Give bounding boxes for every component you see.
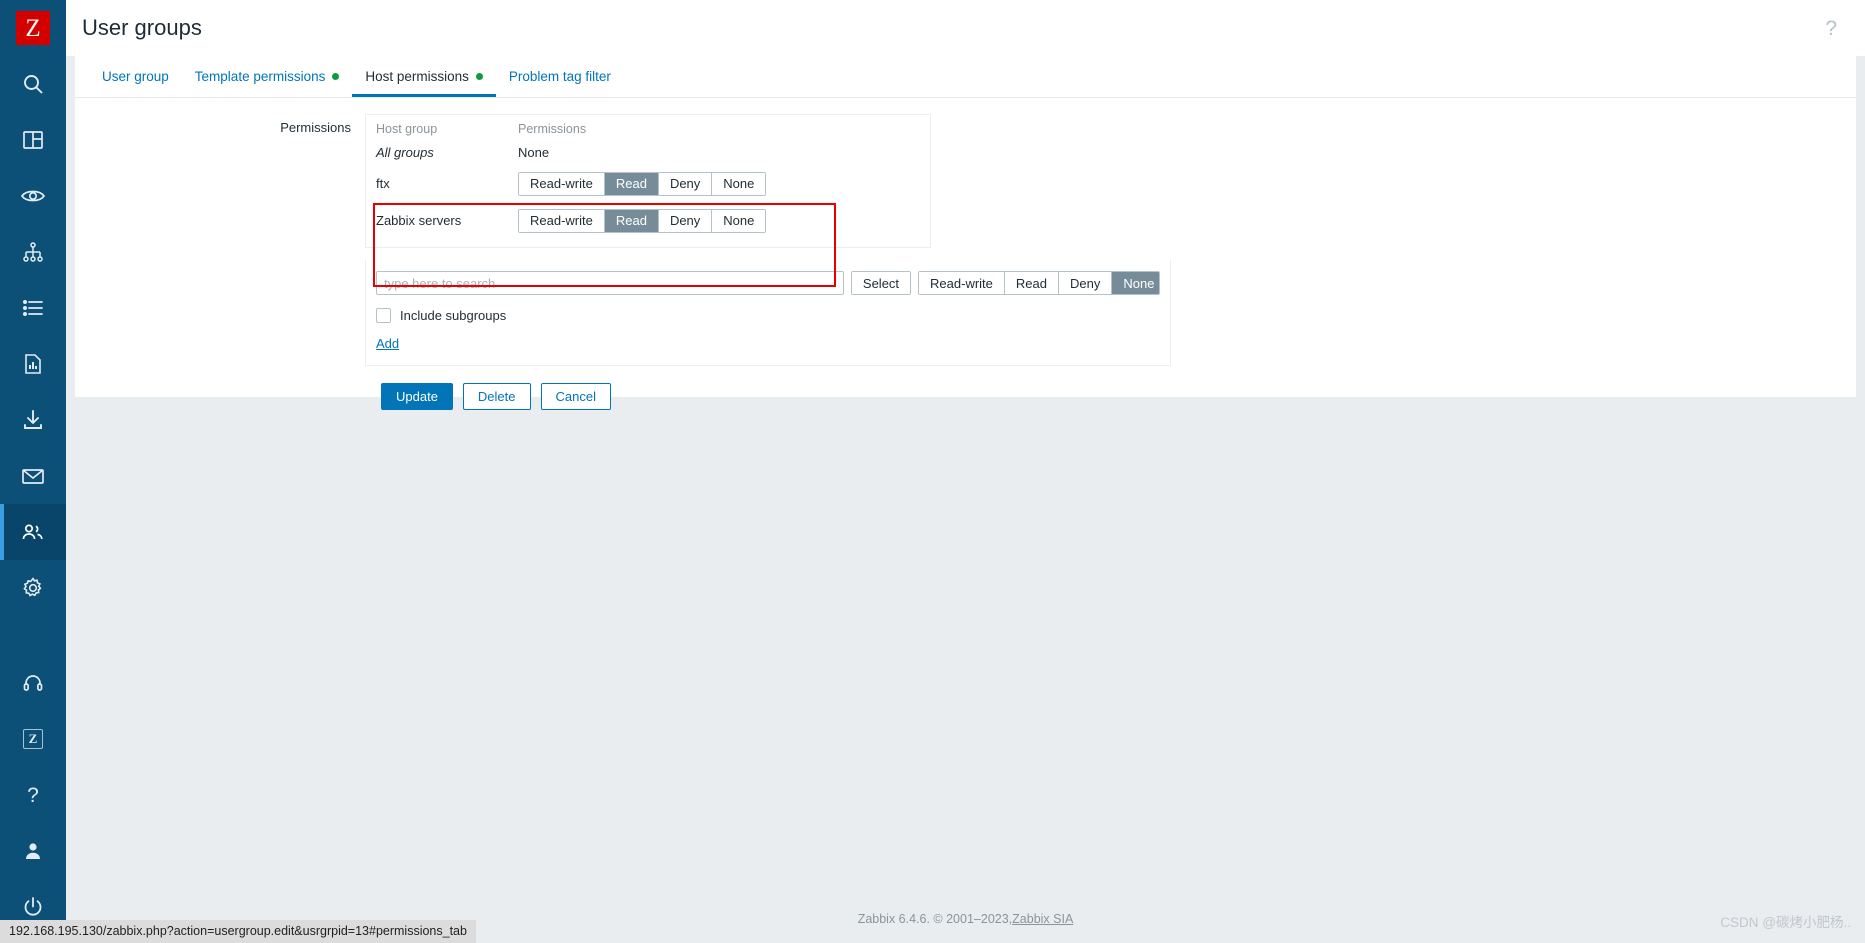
data-collection-icon <box>21 408 45 432</box>
column-header-permissions: Permissions <box>518 122 587 136</box>
search-input[interactable] <box>376 271 844 295</box>
sidebar-item-inventory[interactable] <box>0 280 66 336</box>
form-body: Permissions Host group Permissions All g… <box>75 98 1856 410</box>
content-area: User group Template permissions Host per… <box>66 56 1865 943</box>
sidebar-item-support[interactable] <box>0 655 66 711</box>
page-header: User groups ? <box>66 0 1865 56</box>
add-link[interactable]: Add <box>376 336 399 351</box>
reports-icon <box>21 352 45 376</box>
permission-option-read-write[interactable]: Read-write <box>919 272 1005 294</box>
tab-label: Host permissions <box>365 68 469 84</box>
sidebar: Z Z ? <box>0 0 66 943</box>
permission-value: None <box>518 144 550 160</box>
sidebar-item-alerts[interactable] <box>0 448 66 504</box>
headset-icon <box>21 671 45 695</box>
sidebar-item-integrations[interactable]: Z <box>0 711 66 767</box>
sidebar-item-data-collection[interactable] <box>0 392 66 448</box>
permission-option-read[interactable]: Read <box>604 172 659 195</box>
permissions-field-label: Permissions <box>280 120 351 135</box>
gear-icon <box>21 576 45 600</box>
include-subgroups-label: Include subgroups <box>400 308 507 323</box>
table-row: All groups None <box>366 139 930 165</box>
include-subgroups-checkbox[interactable] <box>376 308 391 323</box>
delete-button[interactable]: Delete <box>462 383 531 410</box>
tab-problem-tag-filter[interactable]: Problem tag filter <box>496 60 624 98</box>
add-permission-block: Select Read-write Read Deny None <box>365 260 1171 366</box>
help-icon[interactable]: ? <box>1819 16 1843 41</box>
eye-icon <box>20 184 46 208</box>
app-root: Z Z ? User groups ? User group Template … <box>0 0 1865 943</box>
column-header-host-group: Host group <box>376 122 438 136</box>
permission-option-read-write[interactable]: Read-write <box>519 209 605 232</box>
sidebar-item-reports[interactable] <box>0 336 66 392</box>
sidebar-item-search[interactable] <box>0 56 66 112</box>
permissions-table: Host group Permissions All groups None f… <box>365 114 931 248</box>
user-group-form-card: User group Template permissions Host per… <box>75 56 1856 410</box>
logo-letter: Z <box>16 11 50 45</box>
tab-user-group[interactable]: User group <box>89 60 182 98</box>
permission-option-deny[interactable]: Deny <box>658 172 713 195</box>
new-permission-segmented-control: Read-write Read Deny None <box>918 271 1160 295</box>
permission-option-read[interactable]: Read <box>604 209 659 232</box>
permissions-field-row: Permissions Host group Permissions All g… <box>75 114 1856 366</box>
permission-option-deny[interactable]: Deny <box>658 209 713 232</box>
host-group-name: ftx <box>376 176 390 191</box>
services-icon <box>21 240 45 264</box>
include-subgroups-row: Include subgroups <box>376 308 1160 323</box>
watermark: CSDN @碳烤小肥杨.. <box>1720 915 1851 930</box>
sidebar-nav-top <box>0 56 66 616</box>
footer-link-zabbix-sia[interactable]: Zabbix SIA <box>1012 912 1073 926</box>
table-row: ftx Read-write Read Deny None <box>366 165 930 202</box>
sidebar-item-users[interactable] <box>0 504 66 560</box>
sidebar-item-help[interactable]: ? <box>0 767 66 823</box>
tab-label: Template permissions <box>194 68 326 84</box>
mail-icon <box>20 464 46 488</box>
form-actions: Update Delete Cancel <box>381 383 1856 410</box>
search-icon <box>21 72 45 96</box>
host-group-name: All groups <box>376 144 434 160</box>
select-button[interactable]: Select <box>850 271 912 295</box>
tab-bar: User group Template permissions Host per… <box>75 56 1856 98</box>
zabbix-z-icon: Z <box>23 729 43 749</box>
sidebar-item-dashboards[interactable] <box>0 112 66 168</box>
sidebar-item-administration[interactable] <box>0 560 66 616</box>
permission-option-none[interactable]: None <box>1112 272 1160 294</box>
tab-label: User group <box>102 68 169 84</box>
tab-template-permissions[interactable]: Template permissions <box>182 60 353 98</box>
host-group-name: Zabbix servers <box>376 213 462 228</box>
permission-option-deny[interactable]: Deny <box>1058 272 1113 294</box>
permission-segmented-control-ftx: Read-write Read Deny None <box>518 171 767 196</box>
inventory-icon <box>21 296 45 320</box>
status-bar-url: 192.168.195.130/zabbix.php?action=usergr… <box>0 920 476 943</box>
permission-option-read[interactable]: Read <box>1004 272 1059 294</box>
update-button[interactable]: Update <box>381 383 453 410</box>
sidebar-item-user-settings[interactable] <box>0 823 66 879</box>
search-line: Select Read-write Read Deny None <box>376 271 1160 295</box>
question-mark-icon: ? <box>27 783 39 807</box>
users-icon <box>20 520 46 544</box>
table-row: Zabbix servers Read-write Read Deny None <box>366 202 930 239</box>
sidebar-item-services[interactable] <box>0 224 66 280</box>
permission-option-none[interactable]: None <box>712 209 766 232</box>
sidebar-nav-bottom: Z ? <box>0 655 66 935</box>
permission-option-none[interactable]: None <box>712 172 766 195</box>
person-icon <box>21 839 45 863</box>
page-title: User groups <box>82 15 202 40</box>
permissions-table-header: Host group Permissions <box>366 115 930 139</box>
status-dot-icon <box>332 72 340 80</box>
tab-host-permissions[interactable]: Host permissions <box>352 60 496 97</box>
sidebar-item-monitoring[interactable] <box>0 168 66 224</box>
permission-option-read-write[interactable]: Read-write <box>519 172 605 195</box>
permission-segmented-control-zabbix-servers: Read-write Read Deny None <box>518 208 767 233</box>
zabbix-logo[interactable]: Z <box>0 0 66 56</box>
status-dot-icon <box>475 72 483 80</box>
dashboard-icon <box>21 128 45 152</box>
cancel-button[interactable]: Cancel <box>540 383 611 410</box>
power-icon <box>21 895 45 919</box>
permissions-section: Host group Permissions All groups None f… <box>365 114 1171 366</box>
tab-label: Problem tag filter <box>508 68 611 84</box>
footer-text: Zabbix 6.4.6. © 2001–2023, <box>857 912 1013 926</box>
main-area: User groups ? User group Template permis… <box>66 0 1865 943</box>
